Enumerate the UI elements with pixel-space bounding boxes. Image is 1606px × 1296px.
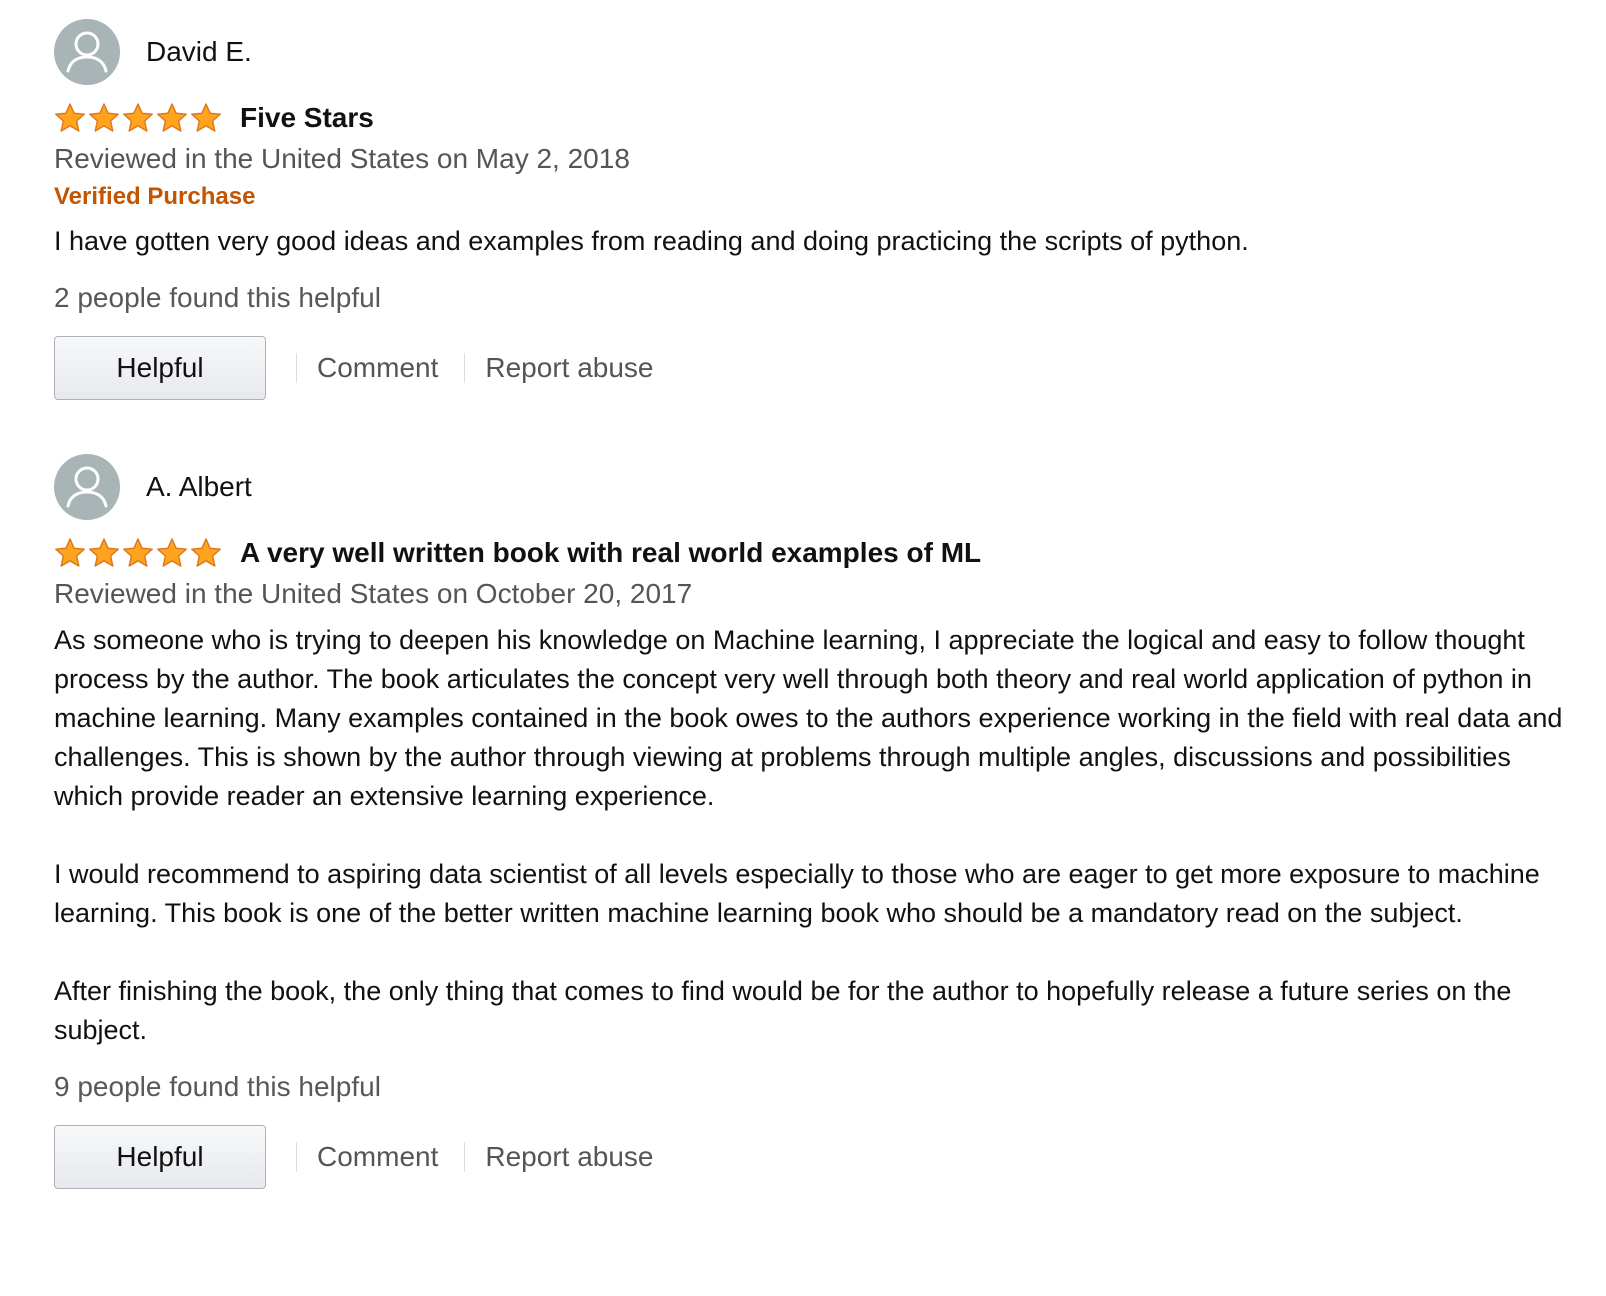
star-icon xyxy=(55,538,85,567)
reviewer-name[interactable]: A. Albert xyxy=(146,471,252,503)
divider xyxy=(464,353,466,383)
reviewer-name[interactable]: David E. xyxy=(146,36,252,68)
review-date: Reviewed in the United States on May 2, … xyxy=(54,143,630,174)
divider xyxy=(296,1142,297,1172)
user-silhouette-icon xyxy=(54,454,120,520)
review-body: I have gotten very good ideas and exampl… xyxy=(54,222,1564,261)
review-actions: Helpful Comment Report abuse xyxy=(54,335,1564,401)
helpful-count: 9 people found this helpful xyxy=(54,1071,381,1102)
review-card: A. Albert A very well written book with … xyxy=(54,453,1564,1190)
star-icon xyxy=(55,103,85,132)
review-paragraph: After finishing the book, the only thing… xyxy=(54,976,1512,1045)
review-title[interactable]: A very well written book with real world… xyxy=(240,537,981,569)
star-icon xyxy=(191,538,221,567)
divider xyxy=(464,1142,466,1172)
divider xyxy=(296,353,297,383)
comment-link[interactable]: Comment xyxy=(317,1141,438,1173)
star-icon xyxy=(157,538,187,567)
helpful-count: 2 people found this helpful xyxy=(54,282,381,313)
star-icon xyxy=(89,538,119,567)
verified-purchase-badge: Verified Purchase xyxy=(54,183,256,210)
reviews-page: David E. Five Stars Reviewed in the Unit… xyxy=(0,0,1606,1296)
review-date: Reviewed in the United States on October… xyxy=(54,578,693,609)
comment-link[interactable]: Comment xyxy=(317,352,438,384)
report-abuse-link[interactable]: Report abuse xyxy=(485,1141,653,1173)
review-title-row: A very well written book with real world… xyxy=(54,535,1564,571)
helpful-button[interactable]: Helpful xyxy=(54,1125,266,1189)
star-rating[interactable] xyxy=(54,537,224,569)
reviewer-profile[interactable]: A. Albert xyxy=(54,453,1564,521)
review-body: As someone who is trying to deepen his k… xyxy=(54,621,1564,1050)
star-icon xyxy=(123,538,153,567)
review-paragraph: As someone who is trying to deepen his k… xyxy=(54,625,1563,811)
star-rating[interactable] xyxy=(54,102,224,134)
report-abuse-link[interactable]: Report abuse xyxy=(485,352,653,384)
star-icon xyxy=(123,103,153,132)
review-actions: Helpful Comment Report abuse xyxy=(54,1124,1564,1190)
review-card: David E. Five Stars Reviewed in the Unit… xyxy=(54,18,1564,401)
star-icon xyxy=(191,103,221,132)
review-paragraph: I would recommend to aspiring data scien… xyxy=(54,859,1540,928)
review-title[interactable]: Five Stars xyxy=(240,102,374,134)
star-icon xyxy=(157,103,187,132)
reviewer-profile[interactable]: David E. xyxy=(54,18,1564,86)
review-paragraph: I have gotten very good ideas and exampl… xyxy=(54,226,1249,256)
helpful-button[interactable]: Helpful xyxy=(54,336,266,400)
user-silhouette-icon xyxy=(54,19,120,85)
star-icon xyxy=(89,103,119,132)
review-title-row: Five Stars xyxy=(54,100,1564,136)
